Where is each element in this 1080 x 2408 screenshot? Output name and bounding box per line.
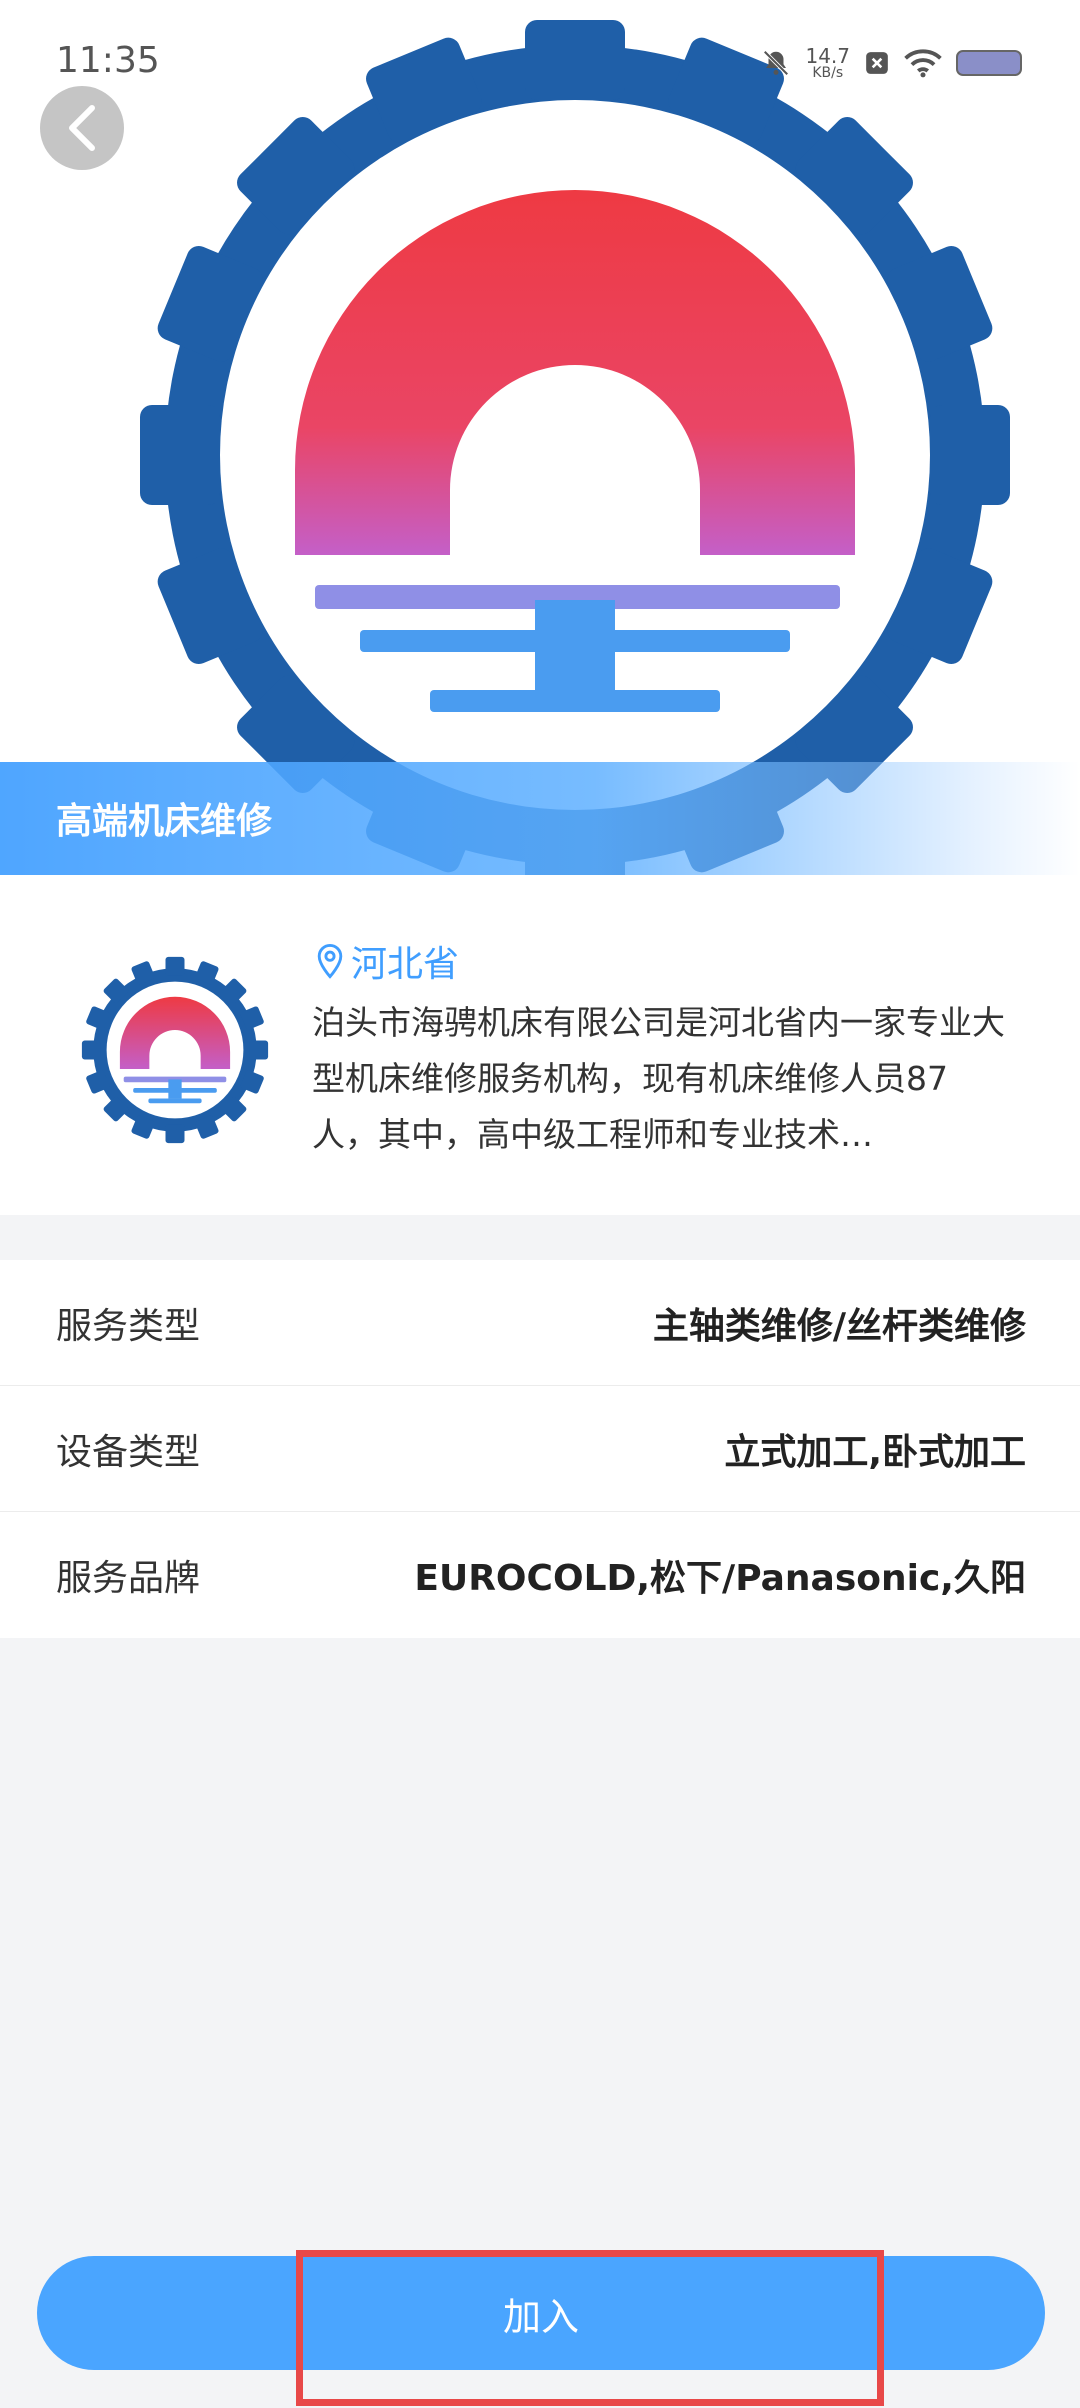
detail-row-service-brand: 服务品牌 EUROCOLD,松下/Panasonic,久阳: [0, 1512, 1080, 1638]
net-speed-unit: KB/s: [812, 65, 844, 81]
net-speed-value: 14.7: [805, 44, 850, 68]
location-text: 河北省: [351, 944, 460, 985]
detail-row-equipment-type: 设备类型 立式加工,卧式加工: [0, 1386, 1080, 1512]
back-button[interactable]: [40, 86, 124, 170]
net-speed: 14.7 KB/s: [805, 46, 850, 80]
company-logo-large: [140, 20, 1010, 875]
status-bar: 11:35 14.7 KB/s: [0, 0, 1080, 120]
company-detail-page: 11:35 14.7 KB/s 高端机床维修 河北省 泊头市海骋机床有限公司是河…: [0, 0, 1080, 2408]
status-time: 11:35: [56, 40, 160, 81]
hero-banner: 11:35 14.7 KB/s 高端机床维修: [0, 0, 1080, 875]
location-pin-icon: [317, 943, 343, 979]
company-location: 河北省: [315, 935, 459, 987]
chevron-left-icon: [69, 105, 95, 151]
wifi-icon: [904, 49, 942, 78]
bell-off-icon: [763, 50, 790, 76]
detail-label: 服务类型: [56, 1305, 201, 1347]
detail-value: EUROCOLD,松下/Panasonic,久阳: [414, 1558, 1026, 1599]
detail-label: 设备类型: [56, 1431, 201, 1473]
close-badge-icon: [866, 52, 888, 74]
service-details: 服务类型 主轴类维修/丝杆类维修 设备类型 立式加工,卧式加工 服务品牌 EUR…: [0, 1260, 1080, 1638]
company-logo: [81, 956, 269, 1144]
banner-title: 高端机床维修: [56, 801, 273, 842]
battery-icon: [956, 50, 1022, 76]
join-button[interactable]: 加入: [37, 2256, 1045, 2370]
detail-value: 主轴类维修/丝杆类维修: [652, 1305, 1026, 1347]
title-banner: 高端机床维修: [0, 762, 1080, 875]
detail-value: 立式加工,卧式加工: [724, 1431, 1026, 1473]
status-icons: 14.7 KB/s: [761, 38, 1024, 88]
company-description: 泊头市海骋机床有限公司是河北省内一家专业大型机床维修服务机构，现有机床维修人员8…: [312, 1003, 1005, 1154]
company-info-card[interactable]: 河北省 泊头市海骋机床有限公司是河北省内一家专业大型机床维修服务机构，现有机床维…: [0, 875, 1080, 1215]
detail-row-service-type: 服务类型 主轴类维修/丝杆类维修: [0, 1260, 1080, 1386]
detail-label: 服务品牌: [56, 1558, 201, 1599]
